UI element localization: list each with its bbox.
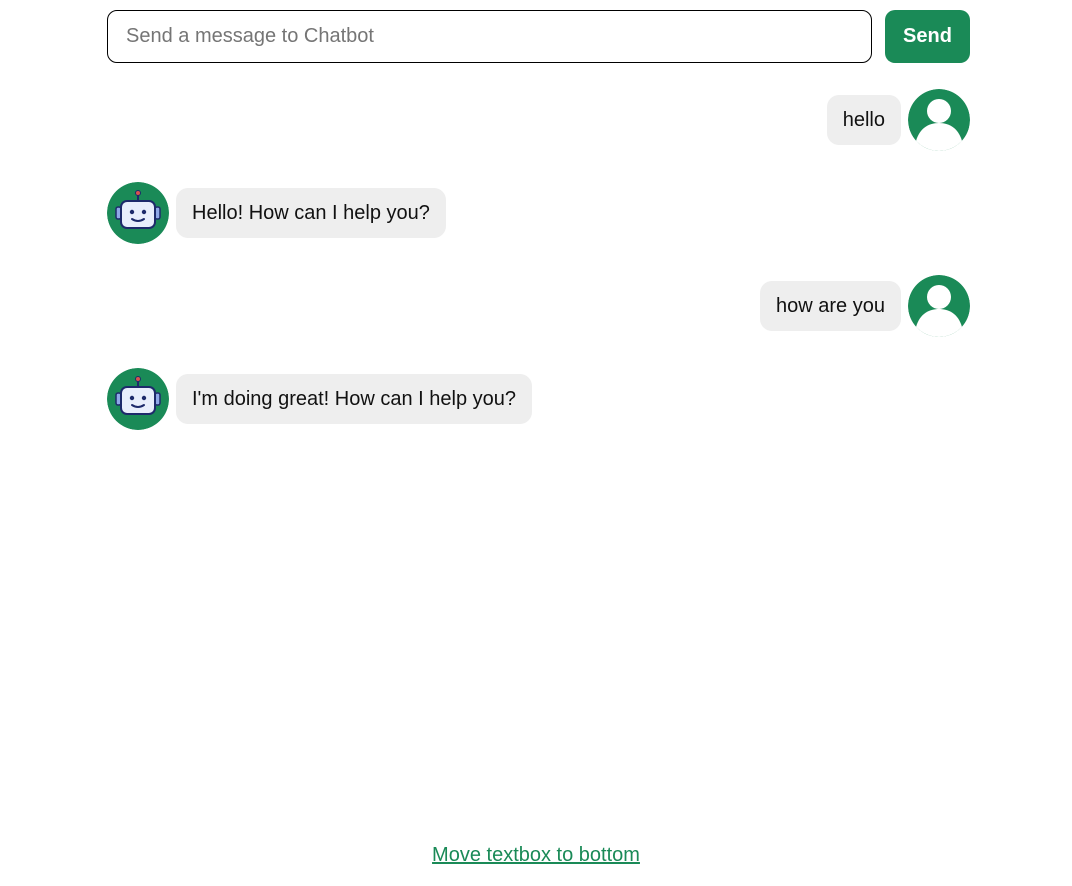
send-button[interactable]: Send <box>885 10 970 63</box>
user-message-bubble: hello <box>826 95 901 145</box>
footer: Move textbox to bottom <box>0 844 1072 867</box>
move-textbox-link[interactable]: Move textbox to bottom <box>432 844 640 866</box>
message-row-user: how are you <box>107 275 970 337</box>
bot-message-bubble: Hello! How can I help you? <box>176 188 446 238</box>
chat-history: hello Hello! How can I help you? how are… <box>107 89 970 461</box>
message-row-bot: Hello! How can I help you? <box>107 182 970 244</box>
message-input[interactable] <box>107 10 872 63</box>
message-row-bot: I'm doing great! How can I help you? <box>107 368 970 430</box>
user-message-bubble: how are you <box>760 281 901 331</box>
chat-page: Send hello <box>0 0 1072 886</box>
robot-avatar-icon <box>107 368 169 430</box>
user-avatar-icon <box>908 275 970 337</box>
bot-message-bubble: I'm doing great! How can I help you? <box>176 374 533 424</box>
robot-avatar-icon <box>107 182 169 244</box>
message-row-user: hello <box>107 89 970 151</box>
composer: Send <box>107 10 970 63</box>
user-avatar-icon <box>908 89 970 151</box>
